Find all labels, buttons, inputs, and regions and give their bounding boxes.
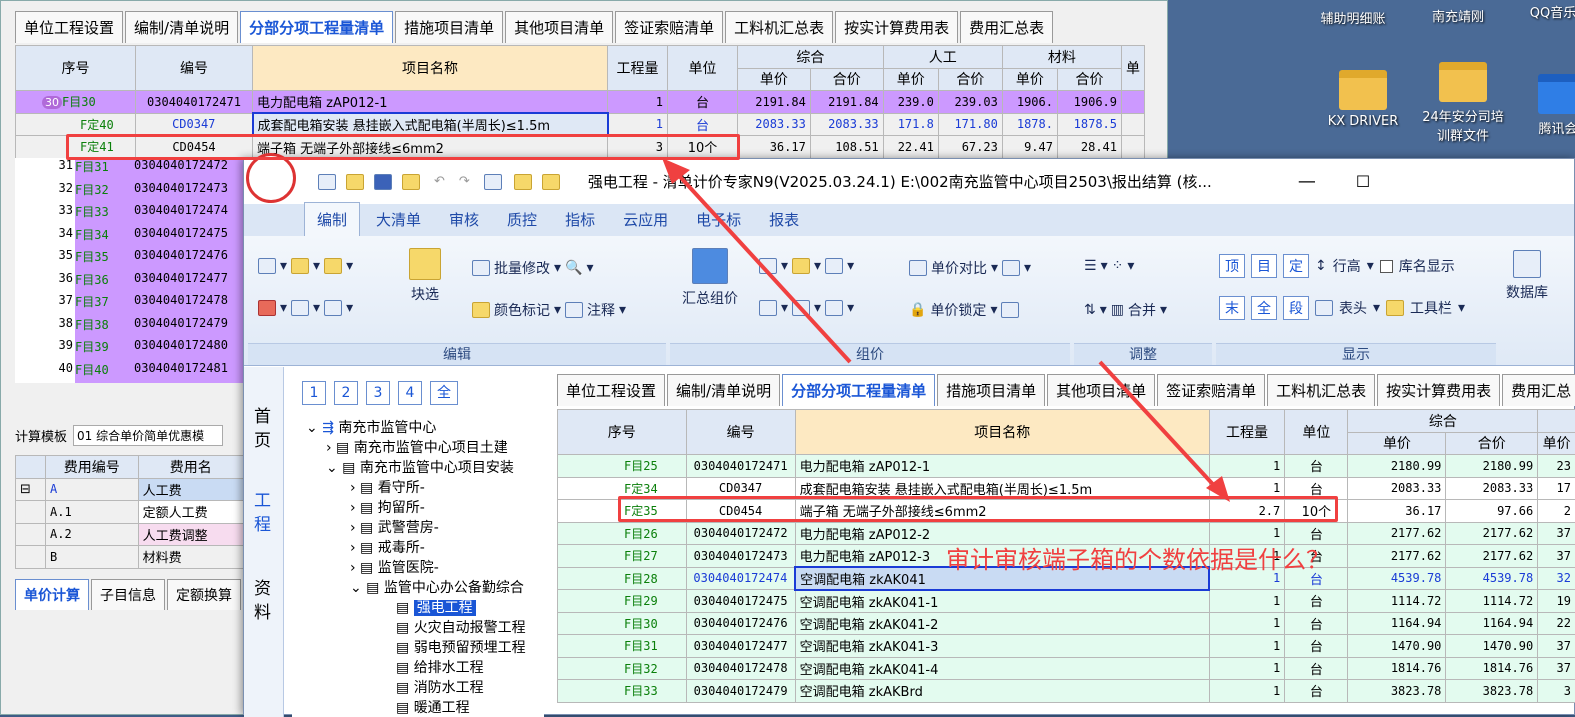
annotation-arrows	[0, 0, 1575, 715]
annotation-question: 审计审核端子箱的个数依据是什么？	[946, 540, 1330, 575]
arrow-line-down	[1100, 362, 1220, 492]
arrow-line-up	[672, 168, 850, 362]
